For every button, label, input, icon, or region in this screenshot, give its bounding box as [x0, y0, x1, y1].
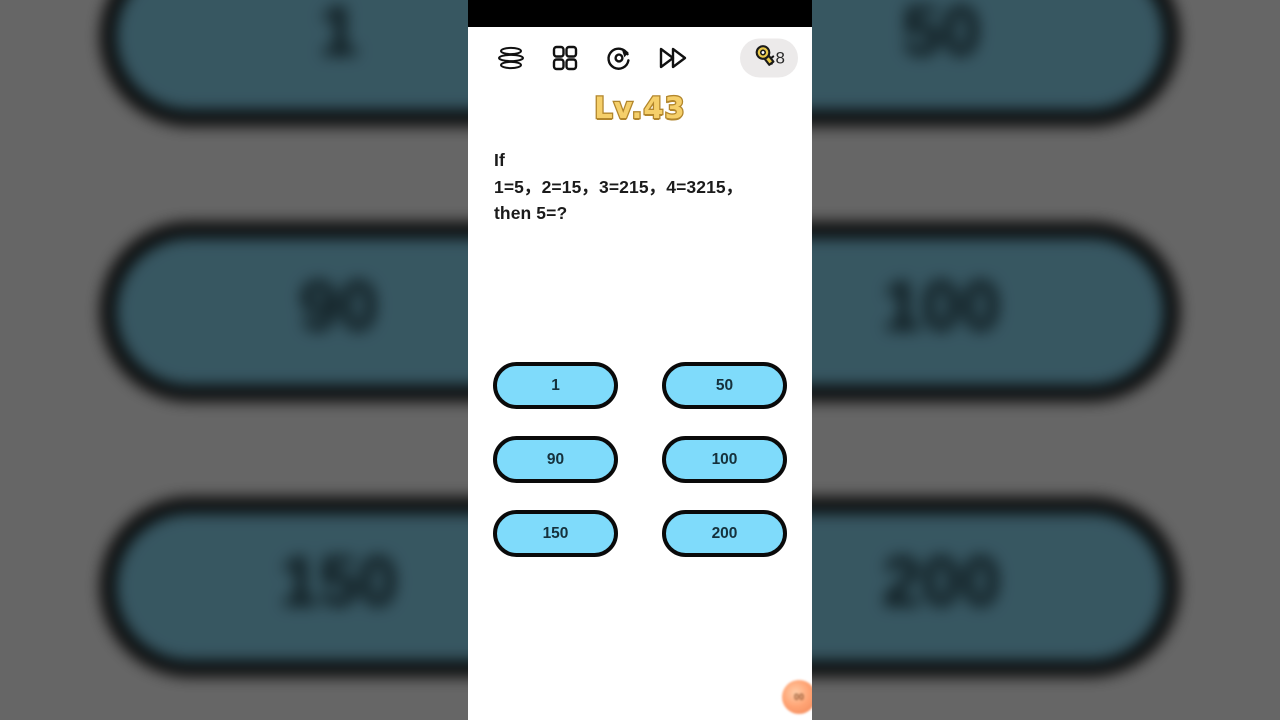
- refresh-icon[interactable]: [604, 43, 634, 73]
- level-title-wrap: Lv.43: [468, 90, 812, 127]
- answer-option-button[interactable]: 100: [662, 436, 787, 483]
- key-count-label: 8: [775, 48, 785, 68]
- answer-row: 150 200: [493, 510, 787, 557]
- grid-menu-icon[interactable]: [550, 43, 580, 73]
- answer-option-button[interactable]: 150: [493, 510, 618, 557]
- watermark-badge: 00: [782, 680, 812, 714]
- answer-row: 1 50: [493, 362, 787, 409]
- answer-option-button[interactable]: 1: [493, 362, 618, 409]
- game-panel: 8 Lv.43 If 1=5，2=15，3=215，4=3215， then 5…: [468, 0, 812, 720]
- answer-option-button[interactable]: 90: [493, 436, 618, 483]
- answer-options-grid: 1 50 90 100 150 200: [493, 362, 787, 557]
- page-title: Lv.43: [593, 90, 686, 127]
- toolbar-icon-group: [496, 43, 688, 73]
- answer-option-button[interactable]: 200: [662, 510, 787, 557]
- toolbar: 8: [468, 27, 812, 89]
- question-line: 1=5，2=15，3=215，4=3215，: [494, 176, 744, 197]
- skip-forward-icon[interactable]: [658, 43, 688, 73]
- layers-stack-icon[interactable]: [496, 43, 526, 73]
- question-text: If 1=5，2=15，3=215，4=3215， then 5=?: [468, 147, 812, 227]
- question-line: If: [494, 150, 505, 170]
- question-line: then 5=?: [494, 203, 568, 224]
- screen-root: 1 50 90 100 150 200 8 Lv.43 If 1=5，2=15，…: [0, 0, 1280, 720]
- answer-option-button[interactable]: 50: [662, 362, 787, 409]
- key-icon: [749, 44, 775, 73]
- status-bar: [468, 0, 812, 27]
- key-count-badge[interactable]: 8: [739, 38, 798, 78]
- answer-row: 90 100: [493, 436, 787, 483]
